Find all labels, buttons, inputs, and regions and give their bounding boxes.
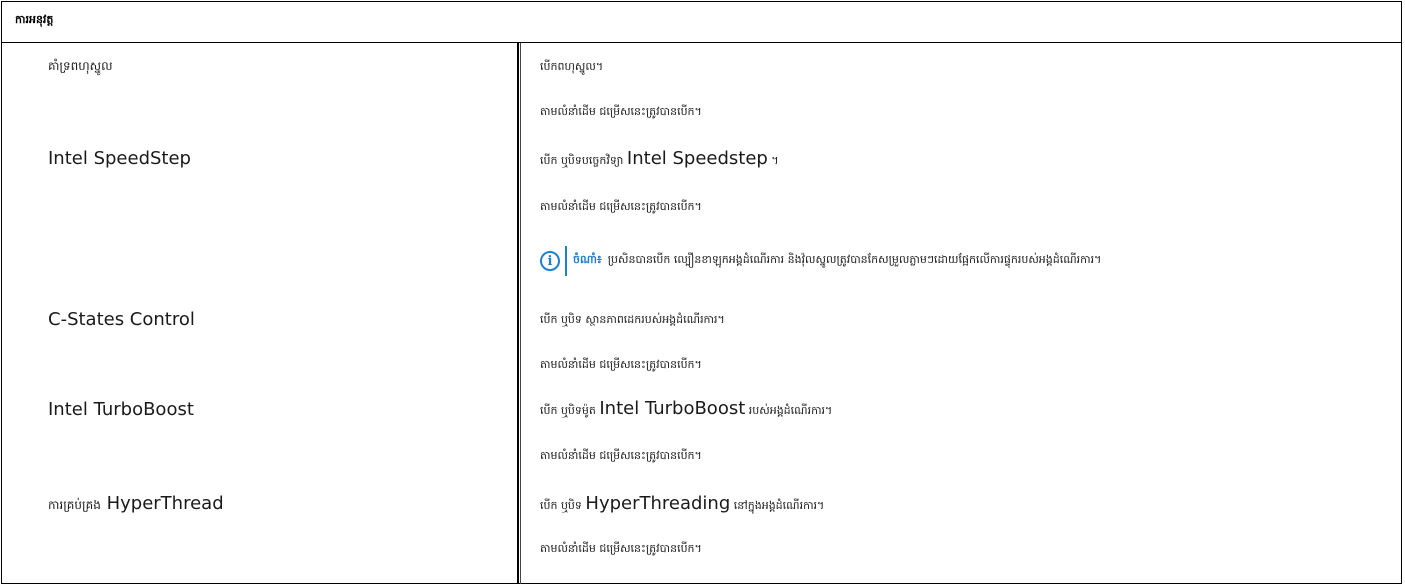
hyperthread-label-product: HyperThread	[106, 493, 224, 514]
turboboost-description: បើក ឬបិទម៉ូត Intel TurboBoost របស់អង្គដំ…	[540, 398, 832, 420]
speedstep-note: i ចំណាំ៖ ប្រសិនបានបើក ល្បឿនខាឡុកអង្គដំណើ…	[540, 246, 1101, 276]
speedstep-default-note: តាមលំនាំដើម ជម្រើសនេះត្រូវបានបើក។	[540, 200, 702, 213]
cstates-default-note: តាមលំនាំដើម ជម្រើសនេះត្រូវបានបើក។	[540, 358, 702, 371]
hyperthread-label-pre: ការគ្រប់គ្រង	[48, 498, 101, 512]
note-label: ចំណាំ៖	[573, 253, 602, 266]
hyperthread-default-note: តាមលំនាំដើម ជម្រើសនេះត្រូវបានបើក។	[540, 542, 702, 555]
info-icon: i	[540, 251, 560, 271]
turboboost-default-note: តាមលំនាំដើម ជម្រើសនេះត្រូវបានបើក។	[540, 449, 702, 462]
multicore-description: បើកពហុស្នូល។	[540, 60, 604, 73]
cstates-description: បើក ឬបិទ ស្ថានភាពដេករបស់អង្គដំណើរការ។	[540, 313, 725, 326]
speedstep-description: បើក ឬបិទបច្ចេកវិទ្យា Intel Speedstep ។	[540, 148, 779, 170]
note-accent-bar	[565, 246, 567, 276]
column-divider	[517, 43, 519, 584]
setting-speedstep-label: Intel SpeedStep	[48, 148, 191, 169]
column-divider-inner	[520, 43, 521, 584]
setting-hyperthread-label: ការគ្រប់គ្រង HyperThread	[48, 493, 224, 515]
turboboost-description-pre: បើក ឬបិទម៉ូត	[540, 404, 596, 417]
speedstep-description-pre: បើក ឬបិទបច្ចេកវិទ្យា	[540, 154, 624, 167]
setting-cstates-label: C-States Control	[48, 309, 195, 330]
settings-table: ការអនុវត្ត គាំទ្រពហុស្នូល បើកពហុស្នូល។ ត…	[0, 0, 1405, 586]
note-text: ប្រសិនបានបើក ល្បឿនខាឡុកអង្គដំណើរការ និងវ…	[607, 253, 1102, 266]
setting-multicore-label: គាំទ្រពហុស្នូល	[48, 59, 113, 73]
speedstep-description-product: Intel Speedstep	[626, 148, 768, 169]
multicore-default-note: តាមលំនាំដើម ជម្រើសនេះត្រូវបានបើក។	[540, 105, 702, 118]
section-title: ការអនុវត្ត	[15, 13, 54, 26]
hyperthread-description-post: នៅក្នុងអង្គដំណើរការ។	[733, 499, 825, 512]
table-header: ការអនុវត្ត	[1, 1, 1402, 43]
speedstep-description-post: ។	[767, 154, 779, 167]
setting-turboboost-label: Intel TurboBoost	[48, 399, 194, 420]
turboboost-description-product: Intel TurboBoost	[599, 398, 746, 419]
turboboost-description-post: របស់អង្គដំណើរការ។	[748, 404, 833, 417]
hyperthread-description-pre: បើក ឬបិទ	[540, 499, 582, 512]
hyperthread-description-product: HyperThreading	[585, 493, 731, 514]
hyperthread-description: បើក ឬបិទ HyperThreading នៅក្នុងអង្គដំណើរ…	[540, 493, 824, 515]
